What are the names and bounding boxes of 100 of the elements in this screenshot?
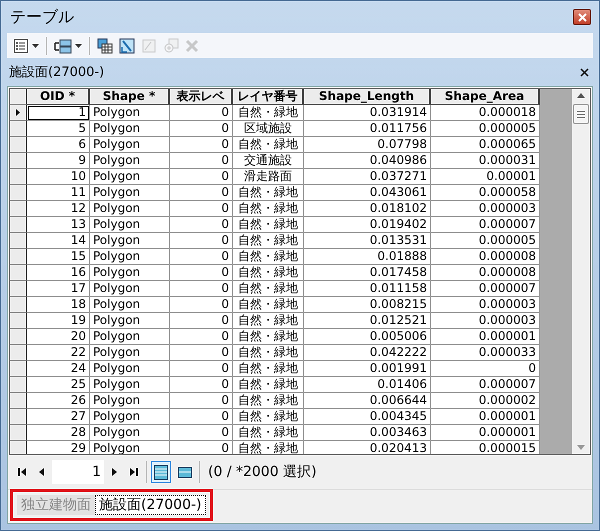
table-cell: 自然・緑地	[233, 217, 304, 233]
table-cell: 9	[27, 153, 90, 169]
window-title: テーブル	[9, 6, 74, 28]
row-selector[interactable]	[10, 121, 27, 137]
selected-records-icon	[178, 466, 192, 478]
row-selector[interactable]	[10, 137, 27, 153]
row-selector[interactable]	[10, 233, 27, 249]
table-cell: 自然・緑地	[233, 201, 304, 217]
show-all-records-button[interactable]	[151, 461, 171, 483]
table-cell: 0.000007	[431, 281, 540, 297]
table-cell: 自然・緑地	[233, 329, 304, 345]
table-cell: 自然・緑地	[233, 249, 304, 265]
row-selector[interactable]	[10, 185, 27, 201]
table-cell: 0.000008	[431, 265, 540, 281]
table-cell: 0.008215	[304, 297, 431, 313]
column-header[interactable]: Shape *	[90, 89, 170, 105]
table-cell: 自然・緑地	[233, 185, 304, 201]
column-header[interactable]: OID *	[27, 89, 90, 105]
selection-count: (0 / *2000 選択)	[207, 463, 317, 481]
row-selector[interactable]	[10, 361, 27, 377]
table-cell: 自然・緑地	[233, 265, 304, 281]
table-cell: 0.000031	[431, 153, 540, 169]
table-cell: 5	[27, 121, 90, 137]
table-cell: 29	[27, 441, 90, 454]
column-header[interactable]: Shape_Area	[431, 89, 540, 105]
table-cell: 0	[170, 313, 233, 329]
record-number-field[interactable]: 1	[52, 460, 104, 484]
column-header[interactable]: 表示レベ	[170, 89, 233, 105]
row-selector[interactable]	[10, 377, 27, 393]
previous-icon	[39, 468, 44, 476]
table-cell: 20	[27, 329, 90, 345]
table-cell: Polygon	[90, 105, 170, 121]
row-selector[interactable]	[10, 345, 27, 361]
row-selector[interactable]	[10, 249, 27, 265]
table-cell: 0.000003	[431, 297, 540, 313]
row-selector[interactable]	[10, 393, 27, 409]
table-cell: 自然・緑地	[233, 137, 304, 153]
table-cell: 0.004345	[304, 409, 431, 425]
row-selector[interactable]	[10, 105, 27, 121]
row-selector[interactable]	[10, 217, 27, 233]
table-cell: 17	[27, 281, 90, 297]
row-selector[interactable]	[10, 425, 27, 441]
row-selector[interactable]	[10, 201, 27, 217]
related-tables-icon	[54, 38, 72, 54]
table-cell: 自然・緑地	[233, 377, 304, 393]
table-cell: 15	[27, 249, 90, 265]
row-selector[interactable]	[10, 265, 27, 281]
row-selector[interactable]	[10, 313, 27, 329]
table-cell: 26	[27, 393, 90, 409]
table-cell: 自然・緑地	[233, 233, 304, 249]
table-cell: 0	[170, 345, 233, 361]
table-cell: 0.003463	[304, 425, 431, 441]
table-cell: 0	[170, 393, 233, 409]
table-cell: 0	[170, 201, 233, 217]
table-cell: 自然・緑地	[233, 281, 304, 297]
table-cell: 0.000018	[431, 105, 540, 121]
table-cell: 14	[27, 233, 90, 249]
table-cell: 0	[431, 361, 540, 377]
table-cell: 0.01406	[304, 377, 431, 393]
table-cell: 18	[27, 297, 90, 313]
select-all-corner[interactable]	[10, 89, 27, 105]
table-cell: 自然・緑地	[233, 297, 304, 313]
scroll-thumb[interactable]	[573, 104, 589, 124]
vertical-scrollbar[interactable]	[572, 89, 590, 454]
row-selector[interactable]	[10, 329, 27, 345]
caret-icon	[75, 44, 82, 48]
table-cell: 11	[27, 185, 90, 201]
column-header[interactable]: レイヤ番号	[233, 89, 304, 105]
table-cell: 自然・緑地	[233, 361, 304, 377]
table-tab[interactable]: 施設面(27000-)	[95, 495, 206, 515]
table-cell: 0	[170, 169, 233, 185]
list-icon	[13, 38, 29, 54]
table-cell: Polygon	[90, 233, 170, 249]
table-cell: 0	[170, 121, 233, 137]
row-selector[interactable]	[10, 153, 27, 169]
table-cell: 12	[27, 201, 90, 217]
table-cell: Polygon	[90, 377, 170, 393]
row-selector[interactable]	[10, 281, 27, 297]
first-icon	[18, 468, 27, 476]
row-selector[interactable]	[10, 409, 27, 425]
table-cell: 0	[170, 185, 233, 201]
zoom-icon	[163, 38, 179, 54]
table-cell: 0	[170, 329, 233, 345]
close-button[interactable]	[573, 9, 591, 25]
table-cell: 0.037271	[304, 169, 431, 185]
table-cell: 0.000003	[431, 313, 540, 329]
table-cell: 自然・緑地	[233, 313, 304, 329]
table-cell: 0	[170, 281, 233, 297]
table-cell: Polygon	[90, 345, 170, 361]
table-cell: 0.017458	[304, 265, 431, 281]
row-selector[interactable]	[10, 297, 27, 313]
row-selector[interactable]	[10, 441, 27, 454]
table-cell: 16	[27, 265, 90, 281]
column-header[interactable]: Shape_Length	[304, 89, 431, 105]
table-cell: Polygon	[90, 265, 170, 281]
table-cell: 0.018102	[304, 201, 431, 217]
row-selector[interactable]	[10, 169, 27, 185]
scroll-down-icon	[577, 445, 585, 450]
close-icon	[578, 12, 586, 22]
table-cell: 0.000058	[431, 185, 540, 201]
